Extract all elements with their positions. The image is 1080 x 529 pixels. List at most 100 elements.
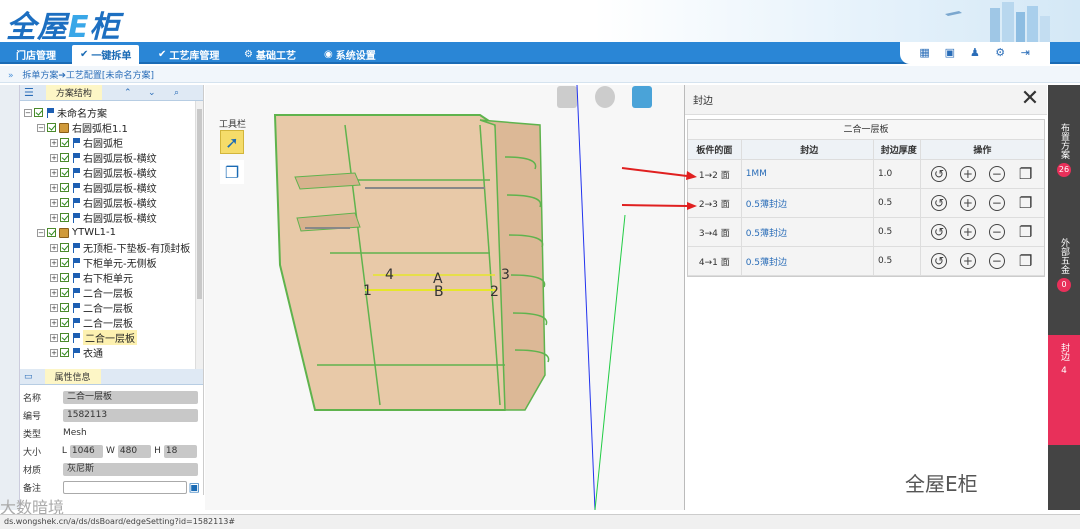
node-checkbox[interactable] bbox=[60, 168, 69, 177]
expand-icon[interactable]: + bbox=[50, 198, 58, 207]
expand-up-icon[interactable]: ⌃ bbox=[124, 88, 132, 98]
remove-icon[interactable]: − bbox=[988, 252, 1006, 270]
node-checkbox[interactable] bbox=[60, 198, 69, 207]
node-checkbox[interactable] bbox=[60, 273, 69, 282]
tree-scrollbar[interactable] bbox=[195, 101, 203, 369]
prop-id-field[interactable]: 1582113 bbox=[63, 408, 198, 422]
node-checkbox[interactable] bbox=[60, 348, 69, 357]
tree-node[interactable]: + 二合一层板 bbox=[22, 285, 201, 300]
rail-layout-scheme[interactable]: 布置方案 26 bbox=[1048, 115, 1080, 225]
nav-one-click-split[interactable]: ✔ 一键拆单 bbox=[72, 45, 140, 64]
nav-craft-library[interactable]: ✔ 工艺库管理 bbox=[150, 45, 227, 64]
add-icon[interactable]: + bbox=[959, 223, 977, 241]
prop-name-field[interactable]: 二合一层板 bbox=[63, 390, 198, 404]
edge-type-link[interactable]: 0.5薄封边 bbox=[742, 218, 874, 246]
user-icon[interactable]: ♟ bbox=[969, 47, 981, 59]
tree-node[interactable]: + 右圆弧层板-横纹 bbox=[22, 150, 201, 165]
remove-icon[interactable]: − bbox=[988, 223, 1006, 241]
edge-type-link[interactable]: 0.5薄封边 bbox=[742, 189, 874, 217]
expand-icon[interactable]: + bbox=[50, 273, 58, 282]
tree-node[interactable]: + 右圆弧柜 bbox=[22, 135, 201, 150]
expand-icon[interactable]: + bbox=[50, 348, 58, 357]
close-icon[interactable]: ✕ bbox=[1019, 88, 1041, 111]
expand-icon[interactable]: + bbox=[50, 303, 58, 312]
node-checkbox[interactable] bbox=[60, 288, 69, 297]
remove-icon[interactable]: − bbox=[988, 194, 1006, 212]
node-checkbox[interactable] bbox=[60, 183, 69, 192]
tree-node[interactable]: + 右圆弧层板-横纹 bbox=[22, 165, 201, 180]
tree-node[interactable]: + 二合一层板 bbox=[22, 315, 201, 330]
node-checkbox[interactable] bbox=[60, 258, 69, 267]
tree-node[interactable]: + 二合一层板 bbox=[22, 300, 201, 315]
history-icon[interactable]: ↺ bbox=[930, 165, 948, 183]
expand-icon[interactable]: + bbox=[50, 318, 58, 327]
copy-icon[interactable]: ❐ bbox=[1017, 194, 1035, 212]
gear-icon[interactable]: ⚙ bbox=[994, 47, 1006, 59]
edge-type-link[interactable]: 1MM bbox=[742, 160, 874, 188]
expand-icon[interactable]: + bbox=[50, 168, 58, 177]
tree-node[interactable]: − 未命名方案 bbox=[22, 105, 201, 120]
tree-node[interactable]: + 衣通 bbox=[22, 345, 201, 360]
expand-icon[interactable]: + bbox=[50, 243, 58, 252]
tree-node[interactable]: − 右圆弧柜1.1 bbox=[22, 120, 201, 135]
double-chevron-icon[interactable]: » bbox=[8, 71, 14, 81]
expand-icon[interactable]: + bbox=[50, 138, 58, 147]
history-icon[interactable]: ↺ bbox=[930, 223, 948, 241]
copy-icon[interactable]: ❐ bbox=[1017, 252, 1035, 270]
expand-icon[interactable]: + bbox=[50, 333, 58, 342]
expand-icon[interactable]: + bbox=[50, 258, 58, 267]
node-checkbox[interactable] bbox=[60, 333, 69, 342]
add-icon[interactable]: + bbox=[959, 165, 977, 183]
3d-viewport[interactable]: 工具栏 ➚ ❐ 1 2 3 4 A B bbox=[205, 85, 685, 510]
expand-down-icon[interactable]: ⌄ bbox=[148, 88, 156, 98]
nav-store-management[interactable]: 门店管理 bbox=[8, 45, 64, 64]
expand-icon[interactable]: + bbox=[50, 213, 58, 222]
node-checkbox[interactable] bbox=[47, 123, 56, 132]
expand-icon[interactable]: + bbox=[50, 153, 58, 162]
history-icon[interactable]: ↺ bbox=[930, 252, 948, 270]
tree-node[interactable]: + 右圆弧层板-横纹 bbox=[22, 195, 201, 210]
tree-node[interactable]: + 右圆弧层板-横纹 bbox=[22, 180, 201, 195]
clipboard-icon[interactable]: ▣ bbox=[944, 47, 956, 59]
breadcrumb-text[interactable]: 拆单方案➔工艺配置[未命名方案] bbox=[22, 71, 154, 81]
save-icon[interactable]: ▣ bbox=[189, 480, 200, 494]
tree-node[interactable]: − YTWL1-1 bbox=[22, 225, 201, 240]
node-checkbox[interactable] bbox=[60, 138, 69, 147]
prop-length-field[interactable]: 1046 bbox=[69, 444, 104, 458]
rail-edge-banding[interactable]: 封边 4 bbox=[1048, 335, 1080, 445]
tree-node[interactable]: + 无顶柜-下垫板-有顶封板 bbox=[22, 240, 201, 255]
prop-width-field[interactable]: 480 bbox=[117, 444, 152, 458]
add-icon[interactable]: + bbox=[959, 194, 977, 212]
cabinet-model[interactable] bbox=[205, 85, 685, 510]
node-checkbox[interactable] bbox=[60, 153, 69, 162]
tree-node[interactable]: + 下柜单元-无侧板 bbox=[22, 255, 201, 270]
node-checkbox[interactable] bbox=[34, 108, 43, 117]
tree-node[interactable]: + 右下柜单元 bbox=[22, 270, 201, 285]
rail-hardware[interactable]: 外部五金 0 bbox=[1048, 230, 1080, 340]
tree-node[interactable]: + 二合一层板 bbox=[22, 330, 201, 345]
node-checkbox[interactable] bbox=[60, 318, 69, 327]
search-icon[interactable]: ⌕ bbox=[174, 88, 179, 98]
tree-node[interactable]: + 右圆弧层板-横纹 bbox=[22, 210, 201, 225]
expand-icon[interactable]: + bbox=[50, 288, 58, 297]
collapse-icon[interactable]: − bbox=[37, 123, 45, 132]
add-icon[interactable]: + bbox=[959, 252, 977, 270]
nav-system-settings[interactable]: ◉ 系统设置 bbox=[316, 45, 384, 64]
collapse-icon[interactable]: − bbox=[24, 108, 32, 117]
collapse-icon[interactable]: − bbox=[37, 228, 45, 237]
edge-type-link[interactable]: 0.5薄封边 bbox=[742, 247, 874, 275]
remove-icon[interactable]: − bbox=[988, 165, 1006, 183]
node-checkbox[interactable] bbox=[60, 303, 69, 312]
expand-icon[interactable]: + bbox=[50, 183, 58, 192]
node-checkbox[interactable] bbox=[60, 213, 69, 222]
exit-icon[interactable]: ⇥ bbox=[1019, 47, 1031, 59]
node-checkbox[interactable] bbox=[47, 228, 56, 237]
prop-height-field[interactable]: 18 bbox=[163, 444, 197, 458]
prop-note-input[interactable] bbox=[63, 480, 187, 494]
copy-icon[interactable]: ❐ bbox=[1017, 223, 1035, 241]
calculator-icon[interactable]: ▦ bbox=[919, 47, 931, 59]
node-checkbox[interactable] bbox=[60, 243, 69, 252]
history-icon[interactable]: ↺ bbox=[930, 194, 948, 212]
prop-material-field[interactable]: 灰尼斯 bbox=[63, 462, 198, 476]
nav-basic-craft[interactable]: ⚙ 基础工艺 bbox=[236, 45, 304, 64]
